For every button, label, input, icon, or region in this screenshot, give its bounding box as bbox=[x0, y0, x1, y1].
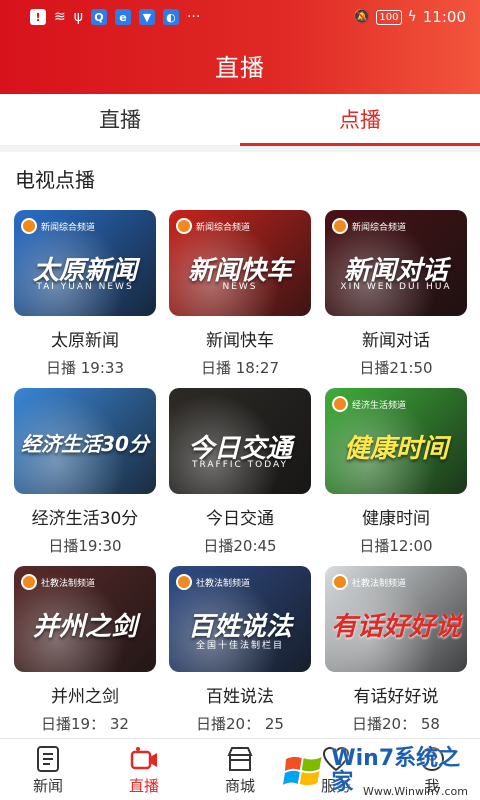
usb-icon: ψ bbox=[73, 9, 83, 25]
program-card[interactable]: 经济生活30分 经济生活30分 日播19:30 bbox=[14, 388, 156, 558]
thumb-channel-name: 经济生活频道 bbox=[352, 401, 407, 411]
store-icon bbox=[227, 747, 253, 771]
app-bulb-icon: ◐ bbox=[162, 9, 179, 25]
status-bar: ! ≋ ψ Q e ▼ ◐ ··· 🔕 100 ϟ 11:00 bbox=[0, 0, 480, 34]
channel-logo-icon bbox=[176, 574, 192, 590]
status-time: 11:00 bbox=[422, 8, 466, 26]
windows-logo-icon bbox=[282, 756, 322, 786]
program-card[interactable]: 经济生活频道 健康时间 健康时间 日播12:00 bbox=[325, 388, 467, 558]
thumb-title-art: 有话好好说 bbox=[330, 612, 461, 642]
program-card[interactable]: 新闻综合频道 新闻快车 NEWS 新闻快车日播 18:27 bbox=[169, 210, 311, 380]
section-title: 电视点播 bbox=[15, 168, 95, 192]
thumb-title-art: 健康时间 bbox=[343, 434, 448, 464]
nav-news[interactable]: 新闻 bbox=[0, 739, 96, 800]
program-title: 百姓说法 bbox=[206, 687, 274, 707]
program-card[interactable]: 社教法制频道 有话好好说 有话好好说 日播20： 58 bbox=[325, 566, 467, 736]
nav-live[interactable]: 直播 bbox=[96, 739, 192, 800]
thumb-subtitle: XIN WEN DUI HUA bbox=[340, 282, 452, 292]
charging-icon: ϟ bbox=[407, 9, 417, 25]
news-icon bbox=[37, 746, 59, 772]
program-thumbnail: 新闻综合频道 太原新闻 TAI YUAN NEWS bbox=[14, 210, 156, 316]
app-header: ! ≋ ψ Q e ▼ ◐ ··· 🔕 100 ϟ 11:00 直播 bbox=[0, 0, 480, 94]
alert-icon: ! bbox=[30, 9, 46, 25]
program-card[interactable]: 社教法制频道 并州之剑 并州之剑 日播19： 32 bbox=[14, 566, 156, 736]
live-camera-icon bbox=[130, 747, 157, 770]
channel-logo-icon bbox=[176, 218, 192, 234]
program-title: 并州之剑 bbox=[51, 687, 119, 707]
tab-bar: 直播 点播 bbox=[0, 94, 480, 146]
thumb-title-art: 并州之剑 bbox=[32, 612, 137, 642]
program-card[interactable]: 新闻综合频道 太原新闻 TAI YUAN NEWS 太原新闻日播 19:33 bbox=[14, 210, 156, 380]
program-thumbnail: 新闻综合频道 新闻快车 NEWS bbox=[169, 210, 311, 316]
tab-on-demand[interactable]: 点播 bbox=[240, 94, 480, 146]
program-card[interactable]: 今日交通 TRAFFIC TODAY 今日交通日播20:45 bbox=[169, 388, 311, 558]
program-title: 新闻对话 bbox=[362, 331, 430, 351]
channel-logo-icon bbox=[21, 574, 37, 590]
program-schedule: 日播12:00 bbox=[359, 537, 433, 555]
program-card[interactable]: 社教法制频道 百姓说法 全国十佳法制栏目百姓说法日播20： 25 bbox=[169, 566, 311, 736]
program-thumbnail: 经济生活频道健康时间 bbox=[325, 388, 467, 494]
watermark-url: Www.Winwin7.com bbox=[362, 785, 468, 798]
thumb-channel-name: 社教法制频道 bbox=[352, 579, 407, 589]
nav-news-label: 新闻 bbox=[32, 777, 63, 795]
channel-logo-icon bbox=[332, 574, 348, 590]
thumb-subtitle: TRAFFIC TODAY bbox=[191, 460, 288, 470]
program-schedule: 日播20： 25 bbox=[196, 715, 284, 733]
channel-logo-icon bbox=[21, 218, 37, 234]
program-schedule: 日播19： 32 bbox=[41, 715, 129, 733]
program-thumbnail: 社教法制频道有话好好说 bbox=[325, 566, 467, 672]
program-schedule: 日播19:30 bbox=[48, 537, 122, 555]
channel-logo-icon bbox=[332, 218, 348, 234]
mute-icon: 🔕 bbox=[352, 9, 371, 25]
tab-live[interactable]: 直播 bbox=[0, 94, 240, 145]
more-icon: ··· bbox=[186, 9, 201, 25]
program-schedule: 日播20： 58 bbox=[352, 715, 440, 733]
app-download-icon: ▼ bbox=[138, 9, 155, 25]
battery-icon: 100 bbox=[376, 9, 402, 25]
program-thumbnail: 社教法制频道并州之剑 bbox=[14, 566, 156, 672]
program-thumbnail: 经济生活30分 bbox=[14, 388, 156, 494]
program-thumbnail: 今日交通 TRAFFIC TODAY bbox=[169, 388, 311, 494]
thumb-channel-name: 新闻综合频道 bbox=[41, 223, 96, 233]
program-title: 太原新闻 bbox=[51, 331, 119, 351]
app-e-icon: e bbox=[114, 9, 131, 25]
app-q-icon: Q bbox=[90, 9, 107, 25]
thumb-subtitle: 全国十佳法制栏目 bbox=[195, 641, 284, 651]
program-title: 新闻快车 bbox=[206, 331, 274, 351]
thumb-title-art: 经济生活30分 bbox=[21, 432, 149, 456]
thumb-channel-name: 社教法制频道 bbox=[196, 579, 251, 589]
thumb-channel-name: 新闻综合频道 bbox=[196, 223, 251, 233]
nav-store-label: 商城 bbox=[224, 777, 255, 795]
program-schedule: 日播 18:27 bbox=[201, 359, 279, 377]
page-title: 直播 bbox=[215, 54, 265, 82]
thumb-subtitle: TAI YUAN NEWS bbox=[36, 282, 134, 292]
thumb-channel-name: 新闻综合频道 bbox=[352, 223, 407, 233]
thumb-channel-name: 社教法制频道 bbox=[41, 579, 96, 589]
wifi-icon: ≋ bbox=[54, 9, 66, 25]
program-title: 今日交通 bbox=[206, 509, 274, 529]
program-title: 经济生活30分 bbox=[31, 509, 139, 529]
channel-logo-icon bbox=[332, 396, 348, 412]
program-thumbnail: 社教法制频道 百姓说法 全国十佳法制栏目 bbox=[169, 566, 311, 672]
watermark: Win7系统之家 Www.Winwin7.com bbox=[282, 742, 480, 800]
nav-live-label: 直播 bbox=[128, 777, 159, 795]
program-schedule: 日播20:45 bbox=[203, 537, 277, 555]
program-title: 健康时间 bbox=[362, 509, 430, 529]
program-title: 有话好好说 bbox=[353, 687, 439, 707]
program-schedule: 日播 19:33 bbox=[46, 359, 124, 377]
program-thumbnail: 新闻综合频道 新闻对话 XIN WEN DUI HUA bbox=[325, 210, 467, 316]
nav-store[interactable]: 商城 bbox=[192, 739, 288, 800]
program-schedule: 日播21:50 bbox=[359, 359, 433, 377]
program-card[interactable]: 新闻综合频道 新闻对话 XIN WEN DUI HUA 新闻对话日播21:50 bbox=[325, 210, 467, 380]
thumb-subtitle: NEWS bbox=[222, 282, 258, 292]
section-divider bbox=[0, 146, 480, 152]
